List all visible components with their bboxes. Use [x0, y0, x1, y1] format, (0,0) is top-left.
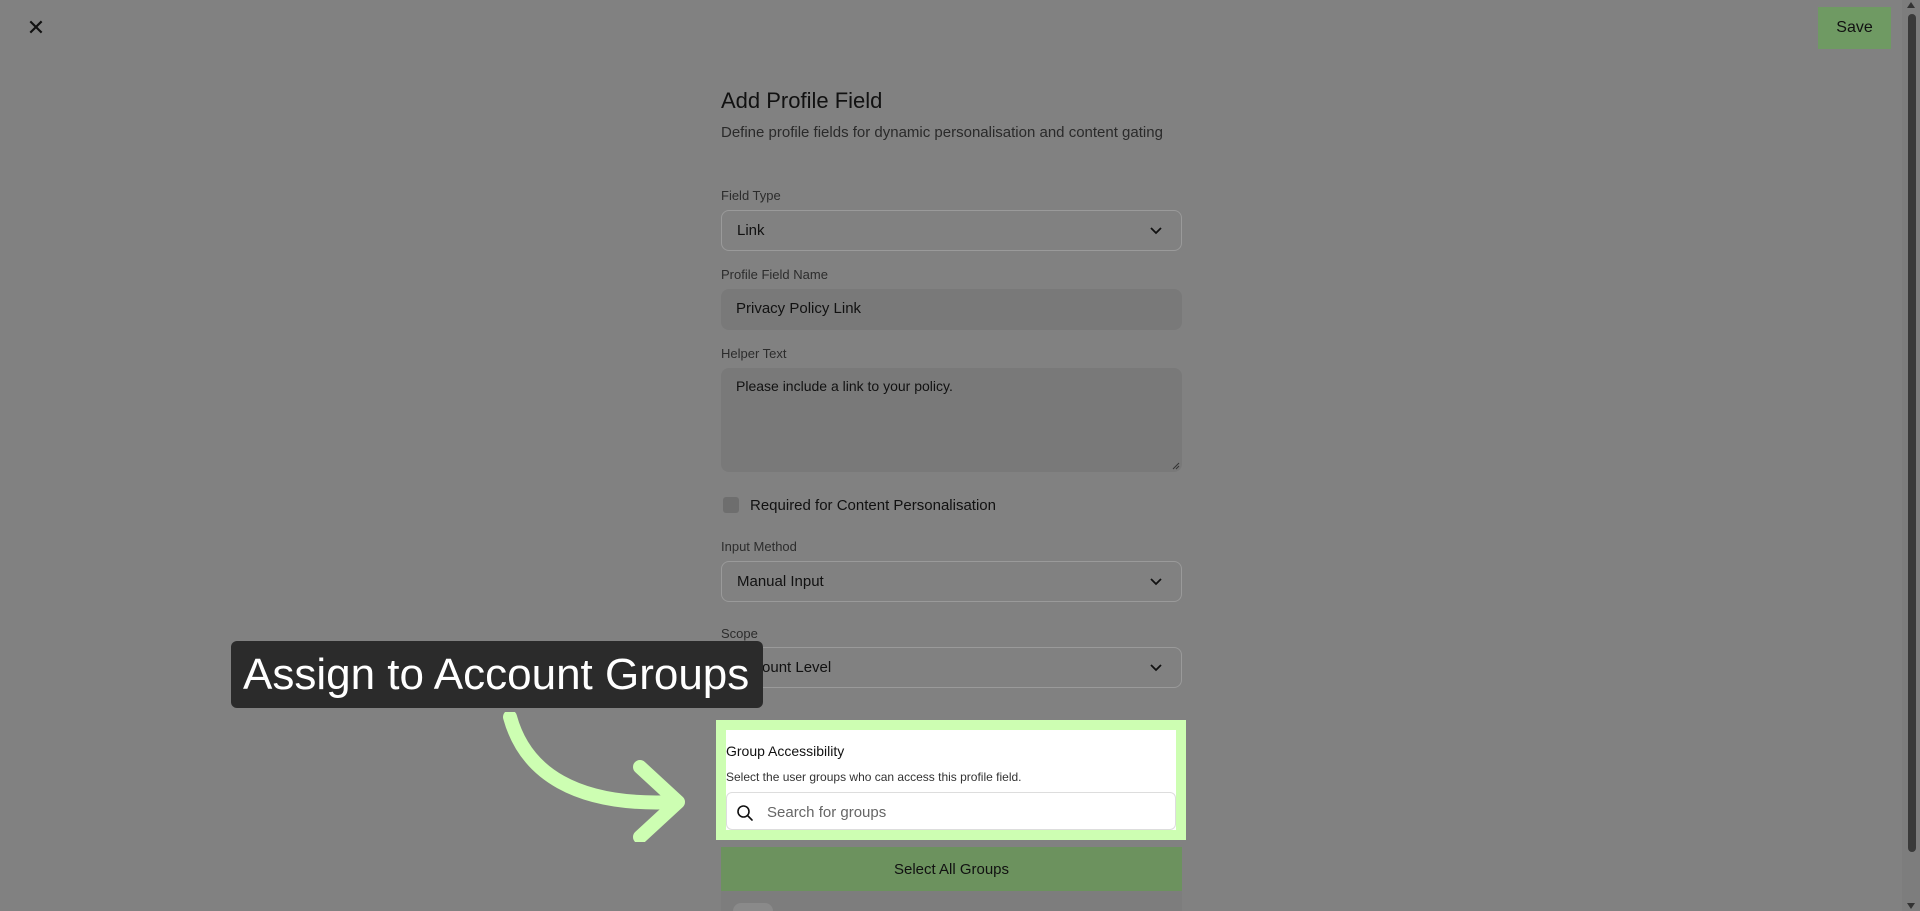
- input-method-select[interactable]: Manual Input: [721, 561, 1182, 602]
- group-accessibility-title: Group Accessibility: [726, 743, 845, 759]
- scroll-down-icon[interactable]: [1907, 903, 1915, 909]
- required-checkbox[interactable]: [723, 497, 739, 513]
- group-search-box[interactable]: [726, 792, 1176, 830]
- profile-field-name-label: Profile Field Name: [721, 267, 828, 282]
- group-search-input[interactable]: [765, 801, 1169, 823]
- page-subtitle: Define profile fields for dynamic person…: [721, 124, 1163, 141]
- select-all-groups-button[interactable]: Select All Groups: [721, 847, 1182, 891]
- helper-text-label: Helper Text: [721, 346, 787, 361]
- field-type-label: Field Type: [721, 188, 781, 203]
- annotation-arrow-icon: [503, 712, 685, 842]
- page-scrollbar[interactable]: [1902, 0, 1920, 911]
- annotation-tooltip: Assign to Account Groups: [231, 641, 763, 708]
- scope-select[interactable]: Account Level: [721, 647, 1182, 688]
- scrollbar-thumb[interactable]: [1908, 14, 1916, 852]
- save-button[interactable]: Save: [1818, 7, 1891, 49]
- field-type-select[interactable]: Link: [721, 210, 1182, 251]
- scroll-up-icon[interactable]: [1907, 2, 1915, 8]
- list-item[interactable]: [733, 903, 773, 911]
- input-method-label: Input Method: [721, 539, 797, 554]
- group-accessibility-section: Group Accessibility Select the user grou…: [716, 720, 1186, 840]
- close-icon: ✕: [26, 15, 46, 40]
- group-list: [721, 891, 1182, 911]
- chevron-down-icon: [1150, 664, 1162, 672]
- scope-label: Scope: [721, 626, 758, 641]
- resize-handle-icon[interactable]: [1172, 462, 1180, 470]
- profile-field-name-value: Privacy Policy Link: [736, 300, 862, 317]
- field-type-value: Link: [737, 222, 765, 239]
- profile-field-name-input[interactable]: Privacy Policy Link: [721, 289, 1182, 330]
- helper-text-textarea[interactable]: Please include a link to your policy.: [721, 368, 1182, 472]
- helper-text-value: Please include a link to your policy.: [736, 378, 953, 394]
- close-button[interactable]: ✕: [24, 16, 48, 40]
- chevron-down-icon: [1150, 578, 1162, 586]
- chevron-down-icon: [1150, 227, 1162, 235]
- search-icon: [737, 805, 753, 821]
- input-method-value: Manual Input: [737, 573, 824, 590]
- page-title: Add Profile Field: [721, 88, 883, 113]
- group-accessibility-subtitle: Select the user groups who can access th…: [726, 770, 1022, 784]
- required-checkbox-label: Required for Content Personalisation: [750, 497, 996, 514]
